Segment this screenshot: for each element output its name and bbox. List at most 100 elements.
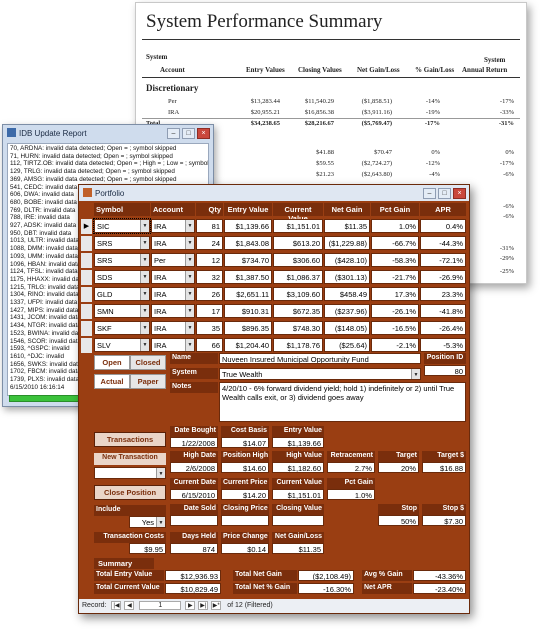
cell-pct[interactable]: -16.5%: [371, 321, 419, 335]
cell-apr[interactable]: -26.4%: [420, 321, 466, 335]
cell-entry[interactable]: $1,387.50: [224, 270, 272, 284]
cell-current[interactable]: $672.35: [273, 304, 323, 318]
cell-apr[interactable]: 23.3%: [420, 287, 466, 301]
cell-qty[interactable]: 81: [196, 219, 223, 233]
chevron-down-icon[interactable]: ▼: [185, 271, 194, 283]
cell-apr[interactable]: -44.3%: [420, 236, 466, 250]
cell-symbol[interactable]: GLD ▼: [94, 287, 150, 301]
chevron-down-icon[interactable]: ▼: [140, 220, 149, 232]
chevron-down-icon[interactable]: ▼: [140, 305, 149, 317]
chevron-down-icon[interactable]: ▼: [185, 305, 194, 317]
date-sold-field[interactable]: [170, 515, 218, 526]
cell-symbol[interactable]: SLV ▼: [94, 338, 150, 352]
cell-current[interactable]: $1,086.37: [273, 270, 323, 284]
cell-apr[interactable]: -26.9%: [420, 270, 466, 284]
cost-basis-field[interactable]: $14.07: [221, 437, 269, 448]
cell-account[interactable]: IRA ▼: [151, 321, 195, 335]
tab-open[interactable]: Open: [94, 355, 130, 370]
chevron-down-icon[interactable]: ▼: [185, 237, 194, 249]
chevron-down-icon[interactable]: ▼: [185, 254, 194, 266]
cell-symbol[interactable]: SIC ▼: [93, 218, 151, 234]
cell-symbol[interactable]: SKF ▼: [94, 321, 150, 335]
cell-symbol[interactable]: SRS ▼: [94, 253, 150, 267]
cell-qty[interactable]: 24: [196, 236, 223, 250]
last-record-icon[interactable]: ▶|: [198, 601, 209, 610]
cell-symbol[interactable]: SDS ▼: [94, 270, 150, 284]
cell-qty[interactable]: 12: [196, 253, 223, 267]
include-combo[interactable]: Yes ▼: [129, 516, 166, 528]
stop-dollar-field[interactable]: $7.30: [422, 515, 466, 526]
net-gainloss-field[interactable]: $11.35: [272, 543, 324, 554]
cell-qty[interactable]: 26: [196, 287, 223, 301]
cell-apr[interactable]: -72.1%: [420, 253, 466, 267]
days-held-field[interactable]: 874: [170, 543, 218, 554]
chevron-down-icon[interactable]: ▼: [185, 322, 194, 334]
chevron-down-icon[interactable]: ▼: [156, 517, 165, 527]
cell-account[interactable]: IRA ▼: [151, 236, 195, 250]
chevron-down-icon[interactable]: ▼: [140, 271, 149, 283]
row-selector[interactable]: [81, 338, 92, 353]
maximize-icon[interactable]: □: [182, 128, 195, 139]
cell-pct[interactable]: -2.1%: [371, 338, 419, 352]
cell-net[interactable]: ($148.05): [324, 321, 370, 335]
record-number-input[interactable]: 1: [139, 601, 182, 610]
transaction-costs-field[interactable]: $9.95: [129, 543, 166, 554]
cell-account[interactable]: IRA ▼: [151, 304, 195, 318]
closing-price-field[interactable]: [221, 515, 269, 526]
minimize-icon[interactable]: –: [167, 128, 180, 139]
cell-symbol[interactable]: SMN ▼: [94, 304, 150, 318]
target-dollar-field[interactable]: $16.88: [422, 462, 466, 473]
position-high-field[interactable]: $14.60: [221, 462, 269, 473]
prev-record-icon[interactable]: ◀: [124, 601, 135, 610]
cell-current[interactable]: $748.30: [273, 321, 323, 335]
current-value-field[interactable]: $1,151.01: [272, 489, 324, 500]
cell-net[interactable]: ($301.13): [324, 270, 370, 284]
high-value-field[interactable]: $1,182.60: [272, 462, 324, 473]
cell-account[interactable]: IRA ▼: [151, 338, 195, 352]
cell-qty[interactable]: 35: [196, 321, 223, 335]
cell-net[interactable]: ($428.10): [324, 253, 370, 267]
cell-apr[interactable]: -41.8%: [420, 304, 466, 318]
cell-account[interactable]: IRA ▼: [151, 287, 195, 301]
tab-closed[interactable]: Closed: [130, 355, 166, 370]
cell-net[interactable]: $458.49: [324, 287, 370, 301]
chevron-down-icon[interactable]: ▼: [185, 339, 194, 351]
date-bought-field[interactable]: 1/22/2008: [170, 437, 218, 448]
cell-pct[interactable]: -58.3%: [371, 253, 419, 267]
system-combo[interactable]: True Wealth ▼: [219, 368, 421, 380]
minimize-icon[interactable]: –: [423, 188, 436, 199]
row-selector[interactable]: [81, 236, 92, 251]
cell-apr[interactable]: -5.3%: [420, 338, 466, 352]
cell-qty[interactable]: 17: [196, 304, 223, 318]
cell-current[interactable]: $613.20: [273, 236, 323, 250]
chevron-down-icon[interactable]: ▼: [140, 339, 149, 351]
cell-entry[interactable]: $1,204.40: [224, 338, 272, 352]
cell-pct[interactable]: 17.3%: [371, 287, 419, 301]
notes-field[interactable]: 4/20/10 - 6% forward dividend yield; hol…: [219, 382, 466, 422]
maximize-icon[interactable]: □: [438, 188, 451, 199]
portfolio-titlebar[interactable]: Portfolio – □ ×: [79, 185, 469, 201]
cell-account[interactable]: IRA ▼: [151, 270, 195, 284]
cell-entry[interactable]: $734.70: [224, 253, 272, 267]
cell-symbol[interactable]: SRS ▼: [94, 236, 150, 250]
cell-qty[interactable]: 66: [196, 338, 223, 352]
row-selector[interactable]: [81, 270, 92, 285]
cell-pct[interactable]: -66.7%: [371, 236, 419, 250]
price-change-field[interactable]: $0.14: [221, 543, 269, 554]
first-record-icon[interactable]: |◀: [111, 601, 122, 610]
name-field[interactable]: Nuveen Insured Municipal Opportunity Fun…: [219, 353, 421, 364]
chevron-down-icon[interactable]: ▼: [140, 254, 149, 266]
cell-qty[interactable]: 32: [196, 270, 223, 284]
position-id-field[interactable]: 80: [424, 365, 466, 376]
cell-current[interactable]: $306.60: [273, 253, 323, 267]
chevron-down-icon[interactable]: ▼: [185, 220, 194, 232]
tab-actual[interactable]: Actual: [94, 374, 130, 389]
cell-pct[interactable]: -26.1%: [371, 304, 419, 318]
chevron-down-icon[interactable]: ▼: [140, 288, 149, 300]
chevron-down-icon[interactable]: ▼: [140, 237, 149, 249]
cell-apr[interactable]: 0.4%: [420, 219, 466, 233]
cell-net[interactable]: ($1,229.88): [324, 236, 370, 250]
high-date-field[interactable]: 2/6/2008: [170, 462, 218, 473]
idb-titlebar[interactable]: IDB Update Report – □ ×: [3, 125, 213, 143]
row-selector[interactable]: [81, 287, 92, 302]
